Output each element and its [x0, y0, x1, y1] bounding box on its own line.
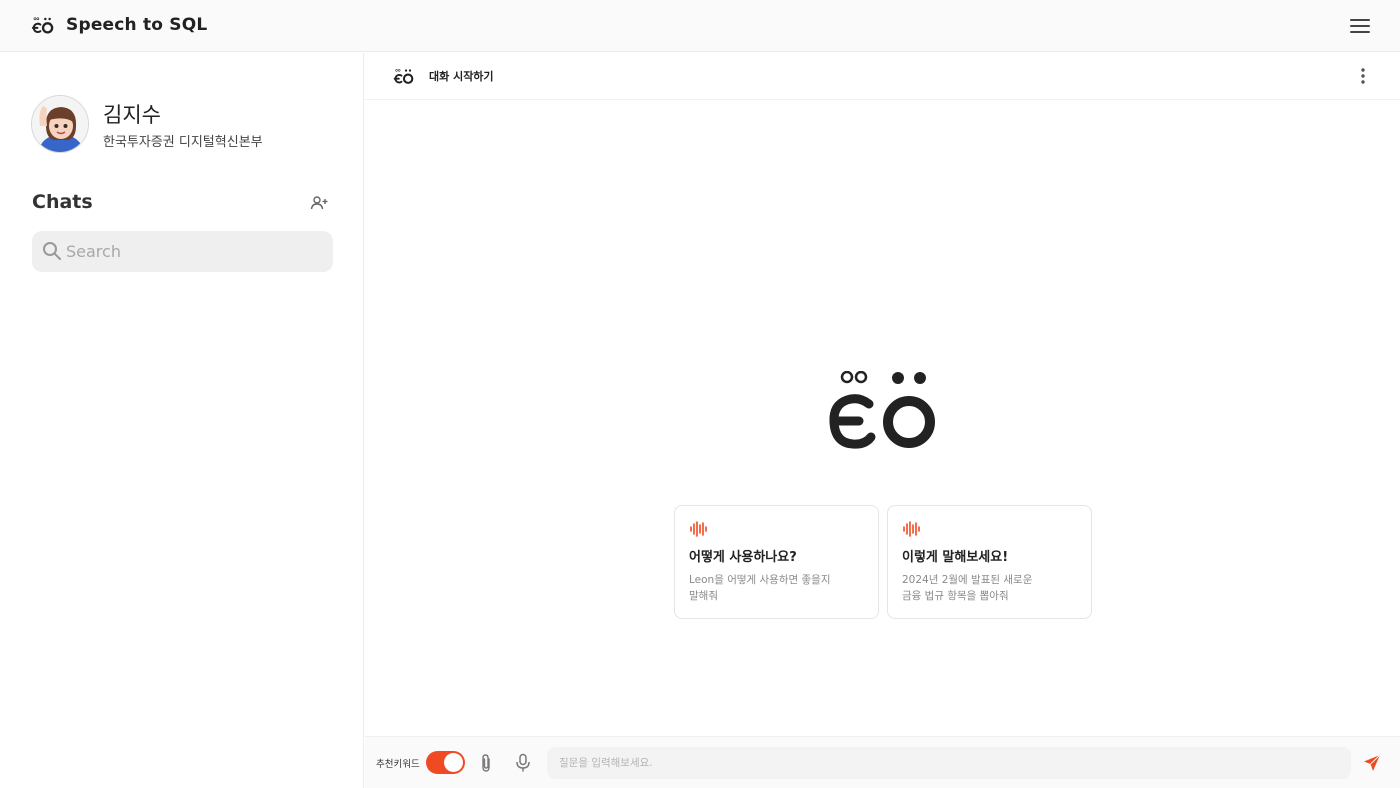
kebab-more-icon[interactable] [1353, 66, 1373, 86]
suggestion-card-how-to-use[interactable]: 어떻게 사용하나요? Leon을 어떻게 사용하면 좋을지 말해줘 [674, 505, 879, 619]
app-title: Speech to SQL [66, 15, 208, 35]
card-description-line: Leon을 어떻게 사용하면 좋을지 [689, 574, 831, 586]
chat-logo [393, 69, 414, 84]
paperclip-icon[interactable] [476, 753, 496, 773]
recommended-keywords-toggle[interactable] [426, 751, 465, 774]
main-chat-area: 대화 시작하기 어떻게 사용하나요? Leon을 어떻게 사용하면 좋을지 말해… [365, 53, 1400, 788]
card-description-line: 말해줘 [689, 590, 718, 602]
sidebar: 김지수 한국투자증권 디지털혁신본부 Chats [0, 53, 364, 788]
card-description-line: 금융 법규 항목을 뽑아줘 [902, 590, 1009, 602]
chat-header-title: 대화 시작하기 [429, 70, 494, 83]
chat-header: 대화 시작하기 [365, 53, 1400, 100]
hamburger-menu-icon[interactable] [1348, 16, 1372, 36]
memoji-avatar-icon [32, 96, 88, 152]
sound-wave-icon [903, 521, 920, 537]
card-title: 어떻게 사용하나요? [689, 550, 797, 565]
user-organization: 한국투자증권 디지털혁신본부 [103, 135, 263, 150]
add-user-icon[interactable] [309, 193, 329, 213]
search-box [32, 231, 333, 272]
card-title: 이렇게 말해보세요! [902, 550, 1009, 565]
card-description: Leon을 어떻게 사용하면 좋을지 말해줘 [689, 572, 869, 604]
search-icon [43, 242, 61, 260]
app-logo [31, 17, 54, 34]
search-input[interactable] [66, 231, 326, 272]
chats-heading: Chats [32, 191, 93, 213]
card-description-line: 2024년 2월에 발표된 새로운 [902, 574, 1033, 586]
sound-wave-icon [690, 521, 707, 537]
recommended-keywords-label: 추천키워드 [376, 759, 420, 770]
message-input[interactable] [547, 747, 1351, 779]
center-brand-logo [829, 371, 935, 449]
user-name: 김지수 [103, 103, 161, 127]
message-input-bar: 추천키워드 [365, 736, 1400, 788]
microphone-icon[interactable] [513, 753, 533, 773]
toggle-knob [444, 753, 463, 772]
avatar[interactable] [31, 95, 89, 153]
card-description: 2024년 2월에 발표된 새로운 금융 법규 항목을 뽑아줘 [902, 572, 1082, 604]
suggestion-card-try-saying[interactable]: 이렇게 말해보세요! 2024년 2월에 발표된 새로운 금융 법규 항목을 뽑… [887, 505, 1092, 619]
send-paper-plane-icon[interactable] [1362, 753, 1382, 773]
top-bar: Speech to SQL [0, 0, 1400, 52]
